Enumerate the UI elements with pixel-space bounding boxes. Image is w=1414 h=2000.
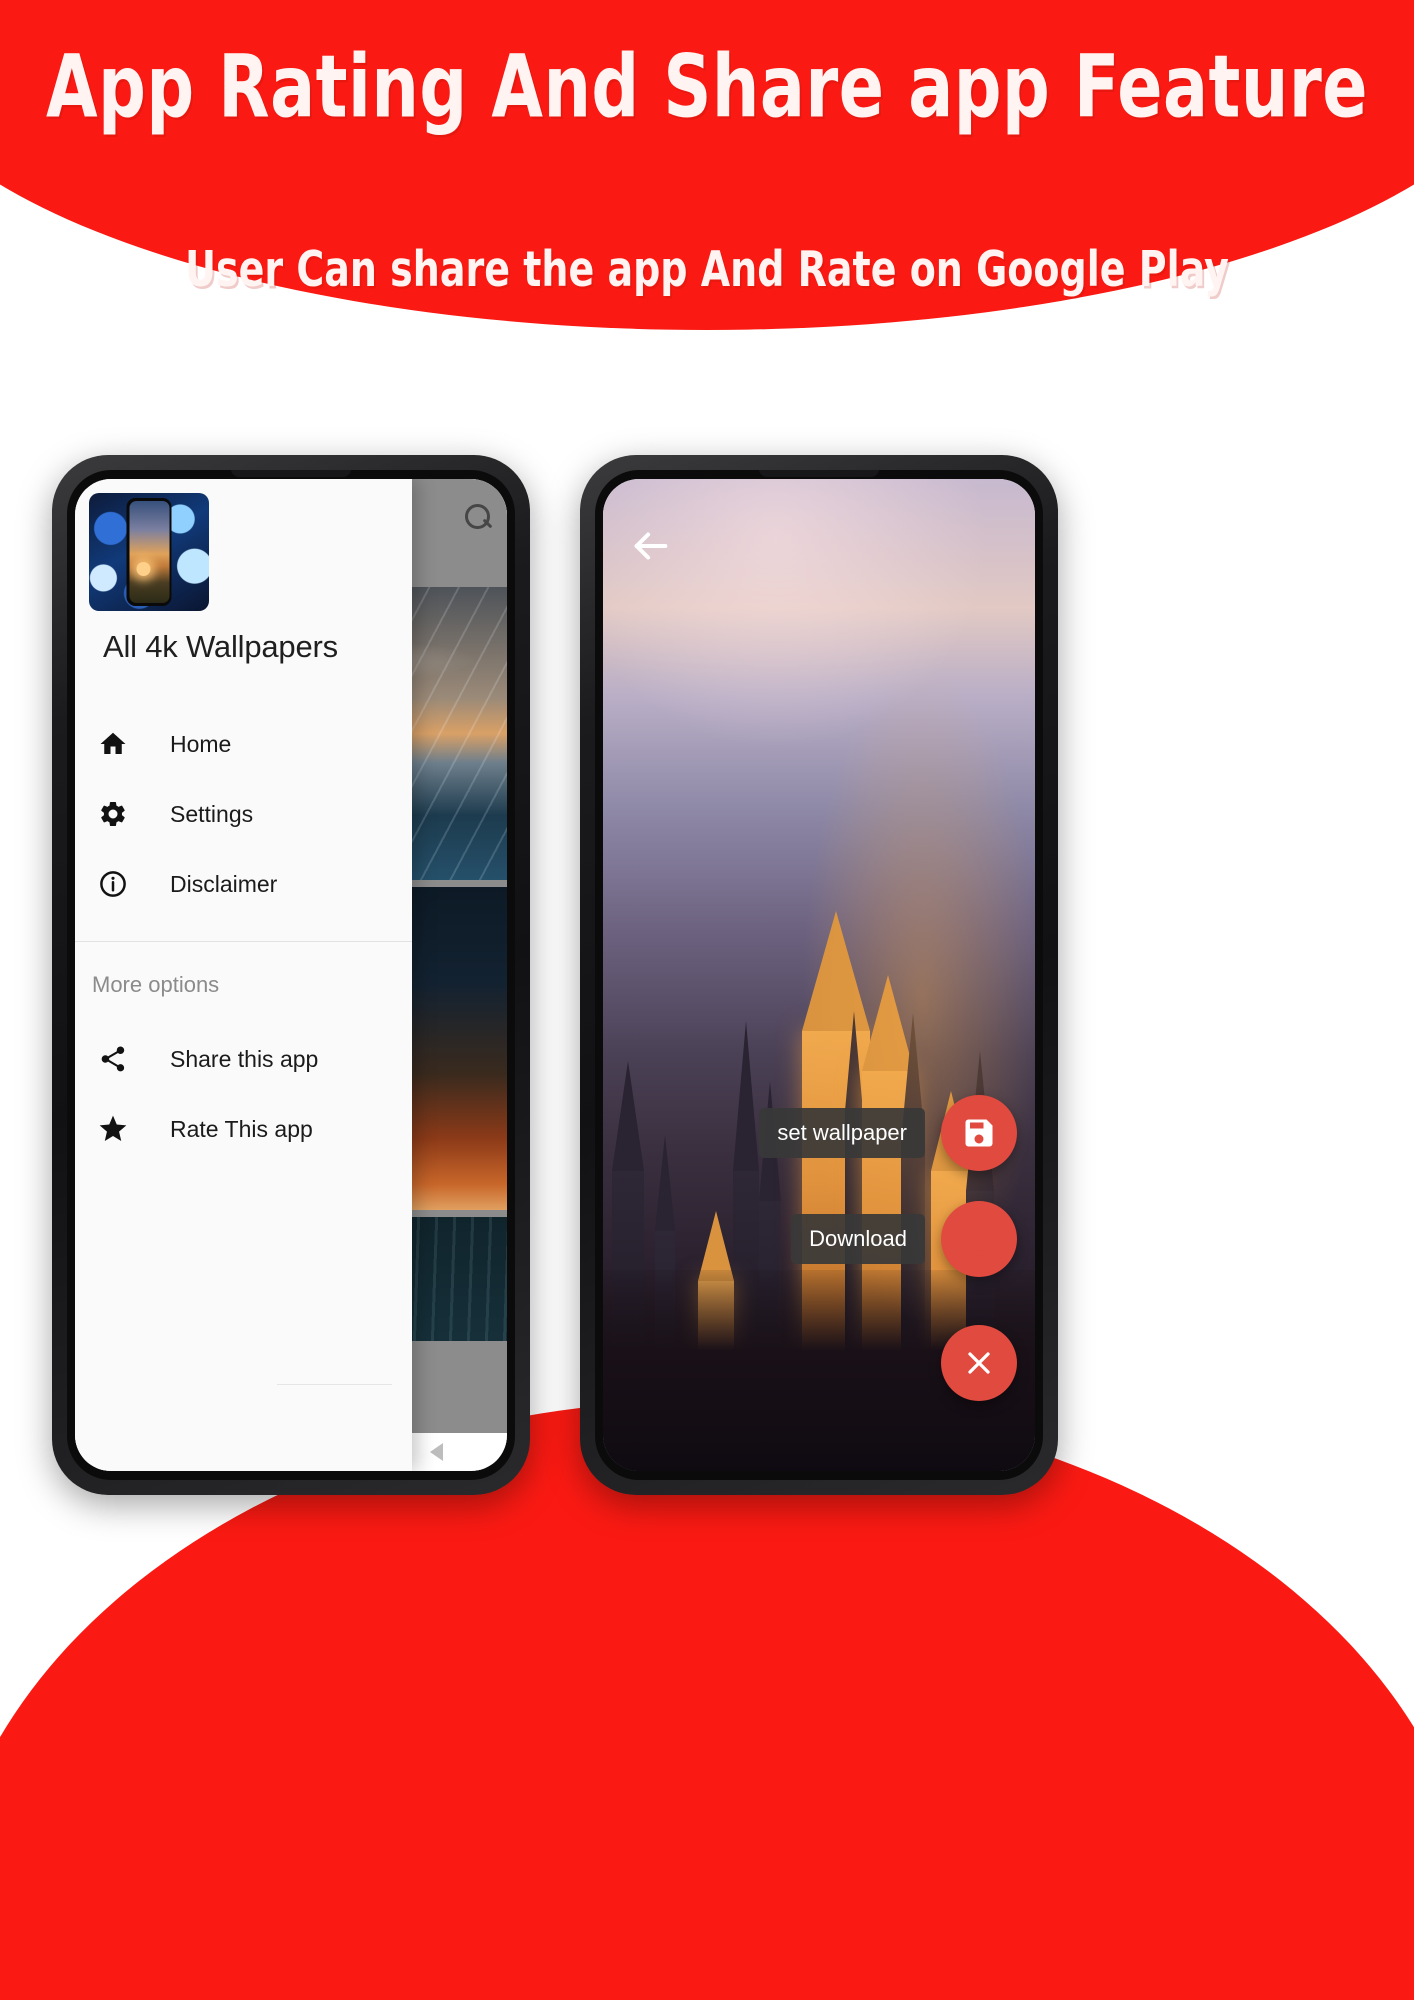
close-action[interactable] (941, 1325, 1017, 1401)
warm-light-wash (784, 657, 1035, 1412)
sidebar-item-label: Share this app (170, 1045, 319, 1072)
save-icon (961, 1115, 997, 1151)
promo-title: App Rating And Share app Feature (45, 36, 1369, 138)
close-icon (961, 1345, 997, 1381)
info-icon (92, 869, 134, 899)
left-phone-screen: ATEGORY (75, 479, 507, 1471)
logo-phone-screen (129, 501, 169, 603)
wallpaper-preview-image (603, 479, 1035, 1471)
sidebar-item-label: Disclaimer (170, 870, 278, 897)
promo-screenshot: App Rating And Share app Feature User Ca… (0, 0, 1414, 2000)
sidebar-item-settings[interactable]: Settings (75, 779, 412, 849)
close-fab-button[interactable] (941, 1325, 1017, 1401)
home-icon (92, 729, 134, 759)
right-phone-bezel: set wallpaper Download (595, 470, 1043, 1480)
drawer-header: All 4k Wallpapers (75, 479, 412, 665)
download-icon (962, 1222, 996, 1256)
drawer-footer-rule (277, 1384, 392, 1385)
back-nav-button[interactable] (430, 1443, 444, 1461)
gear-icon (92, 799, 134, 829)
logo-phone-shape (126, 498, 172, 606)
left-phone-mockup: ATEGORY (52, 455, 530, 1495)
sidebar-item-share-app[interactable]: Share this app (75, 1024, 412, 1094)
download-button[interactable] (941, 1201, 1017, 1277)
earpiece-speaker (759, 470, 879, 477)
app-logo-image (89, 493, 209, 611)
search-icon[interactable] (463, 503, 493, 533)
earpiece-speaker (231, 470, 351, 477)
sidebar-item-label: Rate This app (170, 1115, 313, 1142)
left-phone-bezel: ATEGORY (67, 470, 515, 1480)
download-label: Download (791, 1214, 925, 1264)
promo-subtitle: User Can share the app And Rate on Googl… (185, 242, 1229, 299)
sidebar-item-home[interactable]: Home (75, 709, 412, 779)
set-wallpaper-action[interactable]: set wallpaper (759, 1095, 1017, 1171)
set-wallpaper-label: set wallpaper (759, 1108, 925, 1158)
navigation-drawer: All 4k Wallpapers Home Settings Disclaim… (75, 479, 412, 1471)
drawer-section-title: More options (92, 972, 220, 997)
share-icon (92, 1044, 134, 1074)
right-phone-mockup: set wallpaper Download (580, 455, 1058, 1495)
set-wallpaper-button[interactable] (941, 1095, 1017, 1171)
sidebar-item-rate-app[interactable]: Rate This app (75, 1094, 412, 1164)
star-icon (92, 1113, 134, 1145)
right-phone-screen: set wallpaper Download (603, 479, 1035, 1471)
download-action[interactable]: Download (791, 1201, 1017, 1277)
app-name-label: All 4k Wallpapers (103, 629, 338, 664)
sidebar-item-label: Settings (170, 800, 254, 827)
drawer-secondary-group: Share this app Rate This app (75, 998, 412, 1164)
sidebar-item-label: Home (170, 730, 232, 757)
arrow-left-icon[interactable] (627, 523, 673, 569)
drawer-primary-group: Home Settings Disclaimer (75, 665, 412, 919)
sidebar-item-disclaimer[interactable]: Disclaimer (75, 849, 412, 919)
